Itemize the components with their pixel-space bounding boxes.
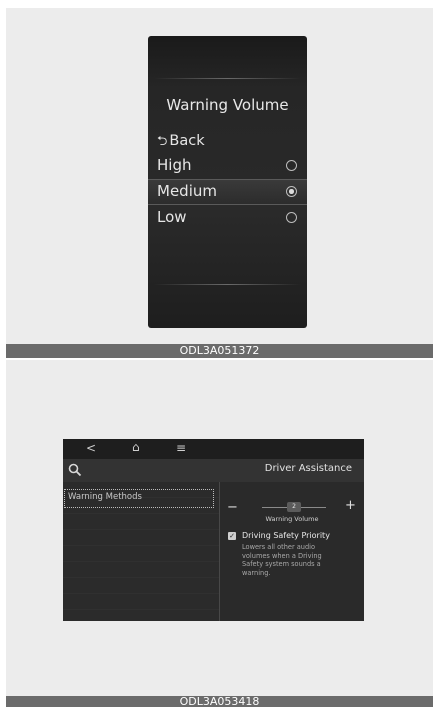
radio-icon[interactable] xyxy=(286,160,297,171)
priority-label: Driving Safety Priority xyxy=(242,531,330,540)
option-low[interactable]: Low xyxy=(148,206,307,230)
top-figure-panel: Warning Volume ⮌ Back High Medium Low xyxy=(6,8,433,344)
volume-down-button[interactable]: − xyxy=(227,500,238,515)
cluster-divider xyxy=(154,78,301,79)
priority-checkbox[interactable]: ✓ xyxy=(228,532,236,540)
option-label: High xyxy=(157,156,192,174)
menu-icon[interactable]: ≡ xyxy=(176,441,186,455)
volume-label: Warning Volume xyxy=(265,515,319,523)
top-nav-bar: < ⌂ ≡ xyxy=(63,439,364,459)
infotainment-screen: < ⌂ ≡ Driver Assistance Warning Methods … xyxy=(63,439,364,621)
search-icon[interactable] xyxy=(67,462,83,478)
header-bar: Driver Assistance xyxy=(63,459,364,482)
cluster-divider xyxy=(154,284,301,285)
volume-up-button[interactable]: + xyxy=(345,498,356,513)
figure-caption: ODL3A053418 xyxy=(6,696,433,707)
home-icon[interactable]: ⌂ xyxy=(132,440,140,454)
radio-icon[interactable] xyxy=(286,212,297,223)
cluster-display: Warning Volume ⮌ Back High Medium Low xyxy=(148,36,307,328)
option-medium[interactable]: Medium xyxy=(148,179,307,205)
option-high[interactable]: High xyxy=(148,154,307,178)
priority-description: Lowers all other audio volumes when a Dr… xyxy=(242,543,322,577)
page-title: Driver Assistance xyxy=(264,463,352,474)
settings-detail-pane: − 2 + Warning Volume ✓ Driving Safety Pr… xyxy=(220,482,364,621)
back-chevron-icon[interactable]: < xyxy=(86,441,96,455)
back-button[interactable]: ⮌ Back xyxy=(157,132,205,154)
option-label: Low xyxy=(157,208,187,226)
cluster-title: Warning Volume xyxy=(166,96,289,114)
return-arrow-icon: ⮌ xyxy=(157,134,168,149)
option-label: Medium xyxy=(157,182,217,200)
back-label: Back xyxy=(169,133,205,149)
radio-selected-icon[interactable] xyxy=(286,186,297,197)
volume-slider-knob[interactable]: 2 xyxy=(287,502,301,512)
figure-caption: ODL3A051372 xyxy=(6,344,433,358)
menu-item-warning-methods[interactable]: Warning Methods xyxy=(64,489,214,508)
